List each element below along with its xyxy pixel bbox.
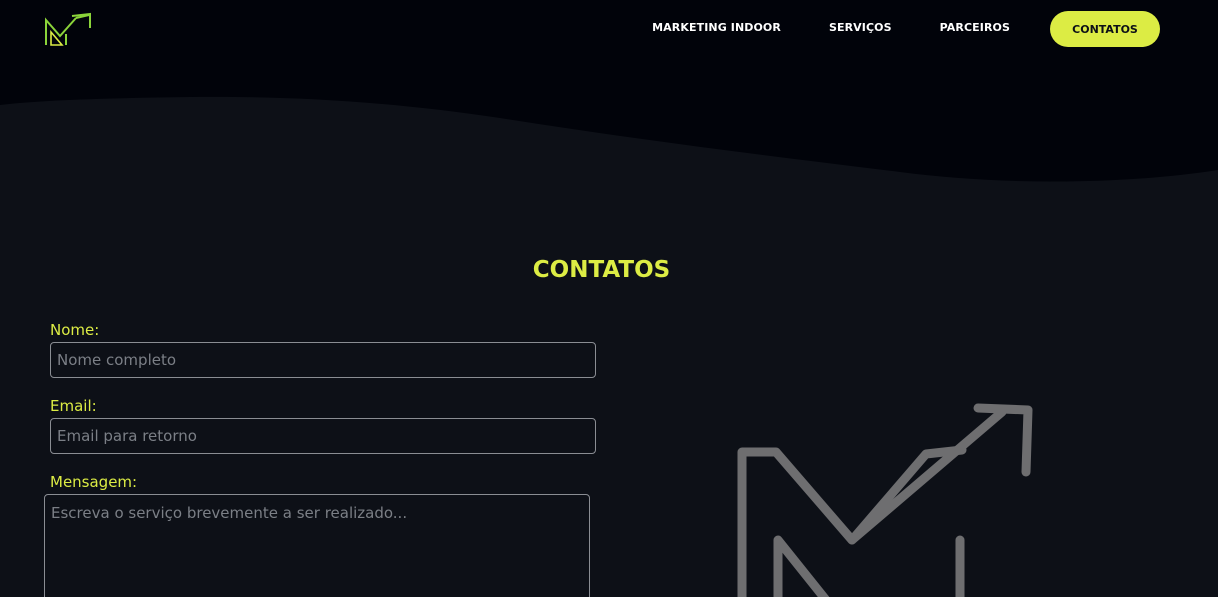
name-input[interactable] bbox=[50, 342, 596, 378]
brand-logo-icon[interactable] bbox=[42, 12, 94, 48]
email-label: Email: bbox=[50, 397, 97, 415]
nav-contatos-button[interactable]: CONTATOS bbox=[1050, 11, 1160, 47]
contact-section-title: CONTATOS bbox=[532, 257, 671, 283]
email-input[interactable] bbox=[50, 418, 596, 454]
name-label: Nome: bbox=[50, 321, 100, 339]
nav-item-servicos[interactable]: SERVIÇOS bbox=[829, 21, 892, 34]
contact-page: MARKETING INDOOR SERVIÇOS PARCEIROS CONT… bbox=[0, 0, 1218, 597]
nav-item-marketing-indoor[interactable]: MARKETING INDOOR bbox=[652, 21, 781, 34]
brand-logo-large-icon bbox=[737, 403, 1033, 597]
nav-item-parceiros[interactable]: PARCEIROS bbox=[940, 21, 1010, 34]
message-textarea[interactable] bbox=[44, 494, 590, 597]
main-nav: MARKETING INDOOR SERVIÇOS PARCEIROS CONT… bbox=[652, 0, 1160, 56]
message-label: Mensagem: bbox=[50, 473, 138, 491]
